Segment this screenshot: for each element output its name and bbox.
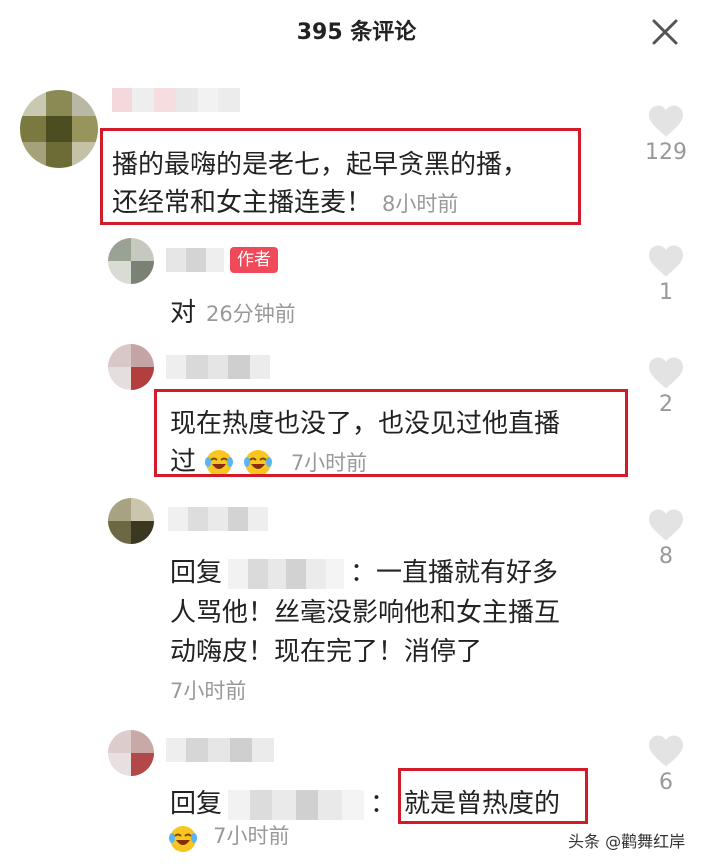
like-button[interactable]: 1 bbox=[636, 244, 696, 305]
avatar[interactable] bbox=[108, 498, 154, 544]
comment-text-line: 对 26分钟前 bbox=[170, 292, 296, 329]
like-button[interactable]: 2 bbox=[636, 356, 696, 417]
like-button[interactable]: 6 bbox=[636, 734, 696, 795]
comment-text: 人骂他！丝毫没影响他和女主播互 bbox=[170, 598, 561, 628]
comment-meta-row: 7小时前 bbox=[168, 820, 289, 854]
watermark: 头条 @鹳舞红岸 bbox=[568, 832, 686, 851]
comment-time: 7小时前 bbox=[213, 824, 290, 848]
heart-icon bbox=[649, 105, 683, 137]
like-button[interactable]: 129 bbox=[636, 104, 696, 165]
comment-time: 7小时前 bbox=[170, 679, 247, 703]
laughing-crying-emoji-icon bbox=[169, 825, 197, 852]
highlight-box bbox=[398, 768, 588, 824]
comment-text: 对 bbox=[170, 298, 197, 328]
like-count: 129 bbox=[645, 140, 687, 165]
comment-time: 26分钟前 bbox=[206, 302, 296, 326]
like-count: 8 bbox=[659, 544, 673, 569]
highlight-box bbox=[100, 128, 581, 225]
username-blurred[interactable] bbox=[168, 507, 268, 531]
avatar[interactable] bbox=[108, 730, 154, 776]
comment-text: 动嗨皮！现在完了！消停了 bbox=[170, 637, 483, 667]
avatar[interactable] bbox=[108, 344, 154, 390]
reply-target-blurred[interactable] bbox=[228, 558, 345, 589]
comment-count-title: 395 条评论 bbox=[296, 20, 417, 45]
like-count: 6 bbox=[659, 770, 673, 795]
reply-prefix: 回复 bbox=[170, 558, 223, 588]
reply-target-blurred[interactable] bbox=[228, 789, 365, 820]
author-badge: 作者 bbox=[230, 247, 278, 273]
like-count: 2 bbox=[659, 392, 673, 417]
avatar[interactable] bbox=[108, 238, 154, 284]
comment-text: 一直播就有好多 bbox=[376, 558, 559, 588]
username-blurred[interactable] bbox=[166, 248, 224, 272]
reply-separator: ： bbox=[370, 789, 397, 819]
username-blurred[interactable] bbox=[112, 88, 240, 112]
heart-icon bbox=[649, 509, 683, 541]
highlight-box bbox=[154, 389, 628, 477]
reply-prefix: 回复 bbox=[170, 789, 223, 819]
username-blurred[interactable] bbox=[166, 355, 270, 379]
reply-separator: ： bbox=[350, 558, 377, 588]
heart-icon bbox=[649, 735, 683, 767]
heart-icon bbox=[649, 357, 683, 389]
heart-icon bbox=[649, 245, 683, 277]
like-count: 1 bbox=[659, 280, 673, 305]
comment-text-line: 回复 ：一直播就有好多 bbox=[170, 552, 558, 589]
avatar[interactable] bbox=[20, 90, 98, 168]
close-icon[interactable] bbox=[650, 17, 680, 47]
username-blurred[interactable] bbox=[166, 738, 274, 762]
like-button[interactable]: 8 bbox=[636, 508, 696, 569]
